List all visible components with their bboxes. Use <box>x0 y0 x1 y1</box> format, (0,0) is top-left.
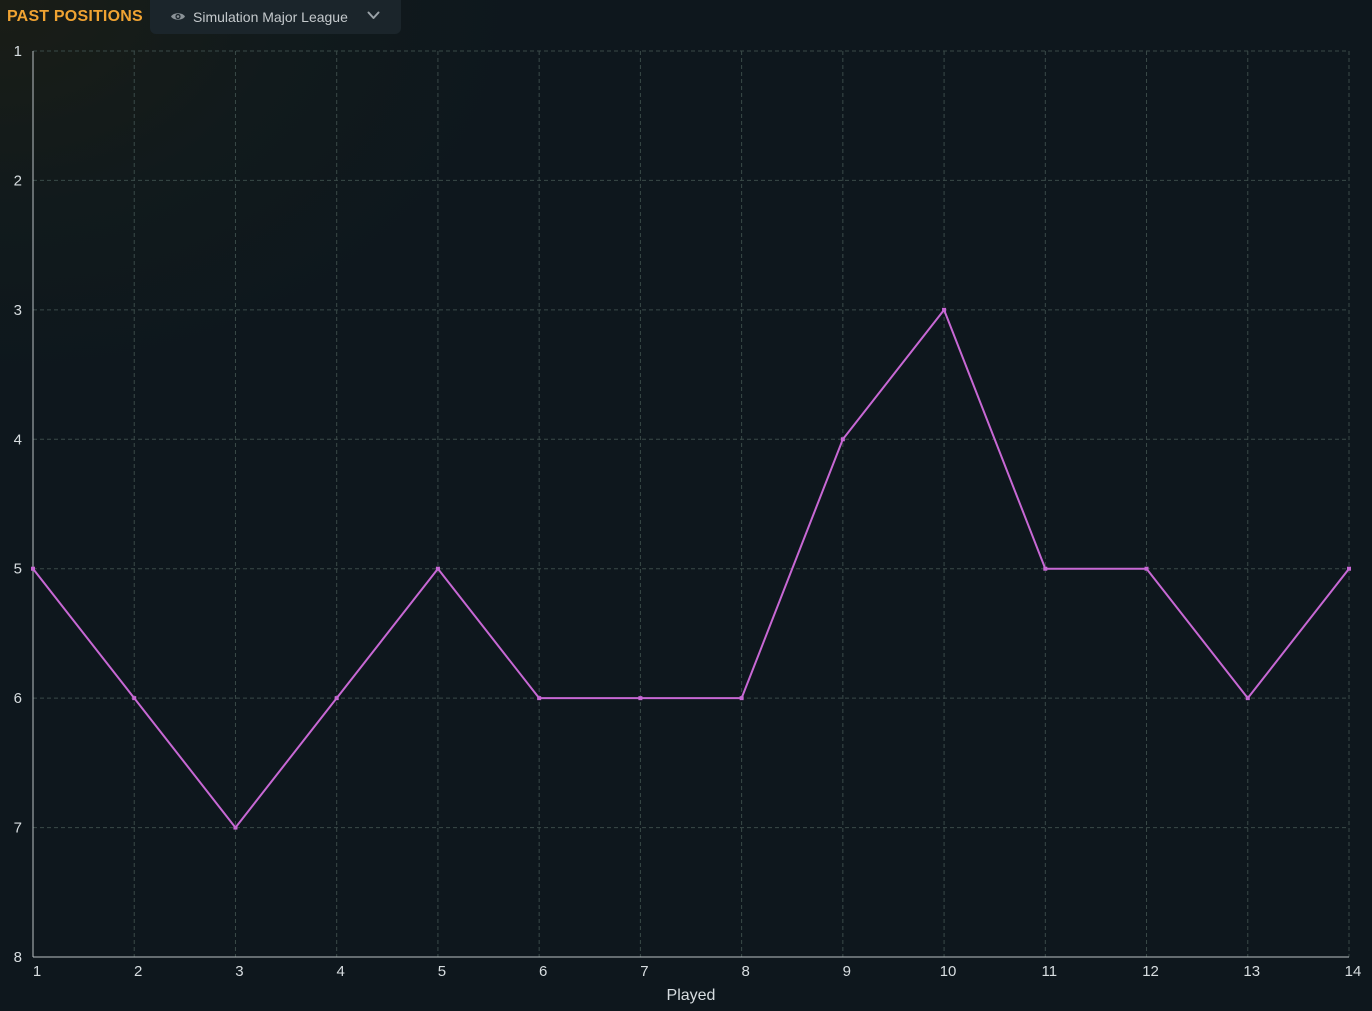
x-tick-label: 9 <box>843 963 851 980</box>
x-tick-label: 3 <box>235 963 243 980</box>
y-tick-label: 1 <box>14 43 22 60</box>
data-point <box>537 696 542 701</box>
x-tick-label: 13 <box>1243 963 1260 980</box>
y-tick-label: 7 <box>14 820 22 837</box>
data-point <box>31 566 35 571</box>
x-axis-title: Played <box>667 987 716 1004</box>
data-point <box>1245 696 1250 701</box>
x-tick-label: 8 <box>741 963 749 980</box>
past-positions-panel: PAST POSITIONS Simulation Major League 1… <box>0 0 1372 1011</box>
positions-line-chart: 123456781 2 3 4 5 6 7 8 9 10 11 12 13 14 Played <box>14 43 1362 1004</box>
y-tick-label: 3 <box>14 302 22 319</box>
y-tick-label: 4 <box>14 431 22 448</box>
x-tick-label: 7 <box>640 963 648 980</box>
y-tick-label: 8 <box>14 949 22 966</box>
data-point <box>334 696 339 701</box>
data-point <box>1144 566 1149 571</box>
tick-labels: 123456781 2 3 4 5 6 7 8 9 10 11 12 13 14 <box>14 43 1362 980</box>
data-point <box>233 825 238 830</box>
x-tick-label: 6 <box>539 963 547 980</box>
data-point <box>1043 566 1048 571</box>
x-tick-label: 11 <box>1042 963 1058 980</box>
data-point <box>942 307 947 312</box>
x-tick-label: 5 <box>438 963 446 980</box>
x-tick-label: 10 <box>940 963 957 980</box>
x-tick-label: 4 <box>337 963 345 980</box>
x-tick-label: 2 <box>134 963 142 980</box>
y-tick-label: 6 <box>14 690 22 707</box>
data-point <box>435 566 440 571</box>
data-point <box>739 696 744 701</box>
data-point <box>1347 566 1351 571</box>
y-tick-label: 5 <box>14 561 22 578</box>
data-point <box>638 696 643 701</box>
x-tick-label: 1 <box>33 963 41 980</box>
y-tick-label: 2 <box>14 172 22 189</box>
x-tick-label: 14 <box>1345 963 1362 980</box>
x-tick-label: 12 <box>1142 963 1159 980</box>
data-point <box>840 437 845 442</box>
data-point <box>132 696 137 701</box>
